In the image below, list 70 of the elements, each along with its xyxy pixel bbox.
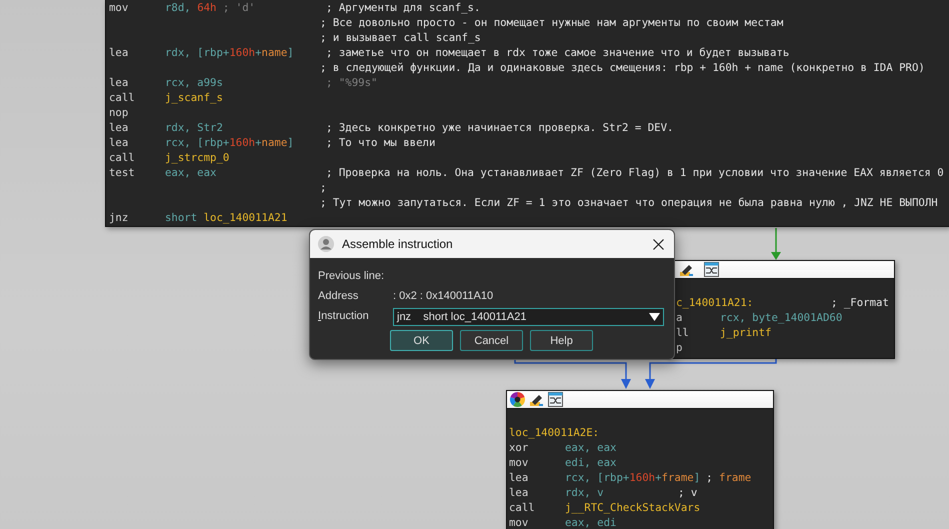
- instruction-label: Instruction: [318, 310, 370, 322]
- instruction-mnemonic: lea: [509, 486, 528, 499]
- code-comment: ; То что мы ввели: [326, 135, 436, 150]
- instruction-mnemonic: xor: [509, 441, 528, 454]
- instruction-operand: rdx, v: [565, 486, 604, 499]
- instruction-operand: eax, eax: [165, 166, 216, 179]
- dialog-title: Assemble instruction: [342, 237, 454, 251]
- instruction-mnemonic: lea: [509, 471, 528, 484]
- instruction-operand: j__RTC_CheckStackVars: [565, 501, 700, 514]
- dialog-button[interactable]: Cancel: [460, 330, 523, 351]
- edge-arrow: [771, 228, 781, 260]
- instruction-mnemonic: lea: [109, 121, 128, 134]
- instruction-operand: j_printf: [720, 326, 772, 339]
- instruction-mnemonic: call: [109, 91, 135, 104]
- instruction-operand: eax, eax: [565, 441, 616, 454]
- instruction-mnemonic: a: [676, 311, 682, 324]
- code-comment: ; Проверка на ноль. Она устанавливает ZF (Zero Flag) в 1 при условии что значение EAX является 0: [326, 165, 944, 180]
- instruction-mnemonic: lea: [109, 46, 128, 59]
- code-comment: ; Тут можно запутаться. Если ZF = 1 это означает что операция не была равна нулю , JNZ НЕ ВЫПОЛН: [320, 195, 938, 210]
- instruction-mnemonic: jnz: [109, 211, 128, 224]
- instruction-mnemonic: call: [109, 151, 135, 164]
- code-comment: ; и вызывает call scanf_s: [320, 30, 481, 45]
- instruction-mnemonic: ll: [676, 326, 689, 339]
- avatar-icon: [318, 236, 334, 252]
- code-comment: ;: [320, 180, 326, 195]
- close-icon[interactable]: [653, 238, 664, 250]
- shuffle-icon[interactable]: [704, 262, 719, 277]
- pencil-icon[interactable]: [679, 262, 694, 276]
- instruction-operand: r8d, 64h ; 'd': [165, 1, 256, 14]
- dialog-button[interactable]: Help: [530, 330, 593, 351]
- instruction-mnemonic: p: [676, 341, 682, 354]
- address-value: : 0x2 : 0x140011A10: [393, 290, 494, 302]
- code-comment: ; в следующей функции. Да и одинаковые здесь смещения: rbp + 160h + name (конкретно в IDA PRO): [320, 60, 925, 75]
- instruction-operand: rcx, [rbp+160h+name]: [165, 136, 294, 149]
- instruction-operand: rcx, byte_14001AD60: [720, 311, 842, 324]
- code-comment: ; v: [678, 485, 698, 500]
- instruction-operand: eax, edi: [565, 516, 616, 529]
- instruction-mnemonic: mov: [509, 456, 528, 469]
- instruction-mnemonic: test: [109, 166, 135, 179]
- instruction-operand: rcx, [rbp+160h+frame]: [565, 471, 700, 484]
- instruction-operand: j_scanf_s: [165, 91, 223, 104]
- shuffle-icon[interactable]: [548, 392, 563, 407]
- code-comment: ; заметье что он помещает в rdx тоже самое значение что и будет вызывать: [326, 45, 790, 60]
- instruction-mnemonic: call: [509, 501, 535, 514]
- instruction-operand: short loc_140011A21: [165, 211, 288, 224]
- instruction-mnemonic: mov: [109, 1, 128, 14]
- code-comment: ; Здесь конкретно уже начинается проверка. Str2 = DEV.: [326, 120, 674, 135]
- code-comment: ; Аргументы для scanf_s.: [326, 0, 480, 15]
- dialog-button[interactable]: OK: [390, 330, 453, 351]
- code-label: loc_140011A2E:: [509, 426, 600, 439]
- code-comment: ; frame: [706, 470, 752, 485]
- instruction-combo-field[interactable]: jnz short loc_140011A21: [393, 308, 664, 326]
- instruction-operand: rcx, a99s: [165, 76, 223, 89]
- instruction-mnemonic: mov: [509, 516, 528, 529]
- code-comment: ; Все довольно просто - он помещает нужные нам аргументы по своим местам: [320, 15, 784, 30]
- instruction-operand: rdx, Str2: [165, 121, 223, 134]
- instruction-mnemonic: lea: [109, 76, 128, 89]
- dropdown-arrow-icon[interactable]: [649, 312, 660, 320]
- instruction-mnemonic: lea: [109, 136, 128, 149]
- code-comment: ; _Format: [831, 295, 889, 310]
- pencil-icon[interactable]: [529, 392, 544, 406]
- instruction-operand: rdx, [rbp+160h+name]: [165, 46, 294, 59]
- code-label: c_140011A21:: [676, 296, 754, 309]
- address-label: Address: [318, 290, 360, 302]
- instruction-operand: j_strcmp_0: [165, 151, 230, 164]
- instruction-mnemonic: nop: [109, 106, 128, 119]
- code-comment: ; "%99s": [326, 75, 378, 90]
- instruction-operand: edi, eax: [565, 456, 616, 469]
- previous-line-label: Previous line:: [318, 270, 384, 282]
- color-wheel-icon[interactable]: [510, 392, 525, 407]
